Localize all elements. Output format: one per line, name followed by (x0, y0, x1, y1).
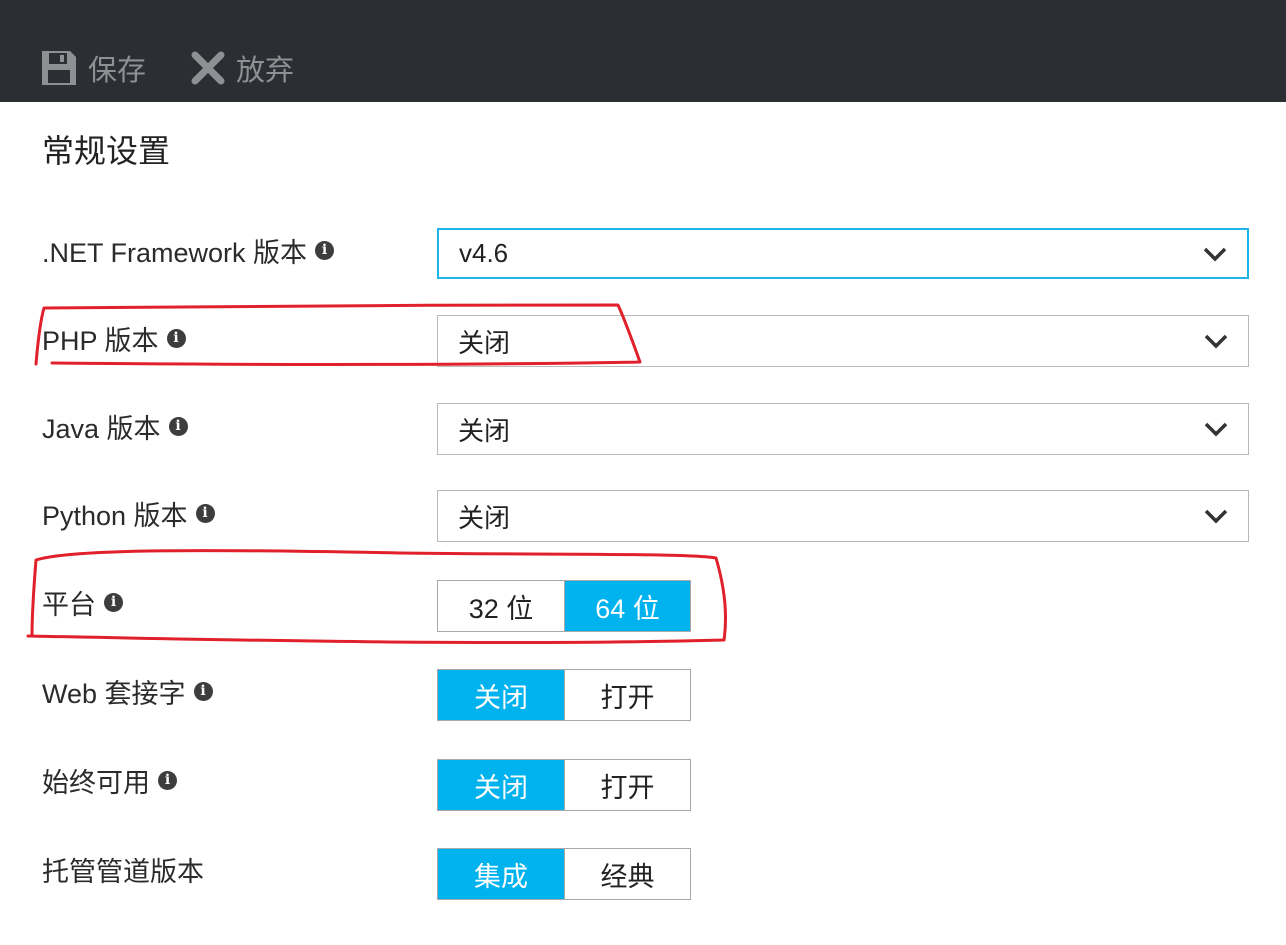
always-on-label: 始终可用 i (42, 754, 177, 806)
python-version-label-text: Python 版本 (42, 500, 188, 531)
python-version-label: Python 版本 i (42, 487, 215, 539)
info-icon[interactable]: i (195, 503, 215, 523)
always-on-label-text: 始终可用 (42, 767, 150, 798)
php-version-label: PHP 版本 i (42, 312, 186, 364)
floppy-disk-icon (40, 49, 78, 87)
platform-64bit-option[interactable]: 64 位 (564, 581, 690, 631)
java-version-value: 关闭 (458, 415, 511, 446)
web-sockets-toggle: 关闭 打开 (437, 669, 691, 721)
close-icon (190, 50, 226, 86)
managed-pipeline-label: 托管管道版本 (42, 843, 204, 895)
web-sockets-label-text: Web 套接字 (42, 678, 186, 709)
always-on-on-option[interactable]: 打开 (564, 760, 690, 810)
dotnet-version-select[interactable]: v4.6 (437, 228, 1249, 279)
python-version-select[interactable]: 关闭 (437, 490, 1249, 542)
dotnet-version-label-text: .NET Framework 版本 (42, 237, 308, 268)
chevron-down-icon (1204, 333, 1228, 349)
save-label: 保存 (88, 55, 147, 87)
web-sockets-label: Web 套接字 i (42, 665, 213, 717)
platform-label-text: 平台 (42, 589, 96, 620)
info-icon[interactable]: i (168, 416, 188, 436)
managed-pipeline-label-text: 托管管道版本 (42, 856, 204, 887)
always-on-toggle: 关闭 打开 (437, 759, 691, 811)
platform-32bit-option[interactable]: 32 位 (438, 581, 564, 631)
dotnet-version-value: v4.6 (459, 238, 509, 268)
info-icon[interactable]: i (193, 681, 213, 701)
java-version-label-text: Java 版本 (42, 413, 161, 444)
pipeline-classic-option[interactable]: 经典 (564, 849, 690, 899)
php-version-select[interactable]: 关闭 (437, 315, 1249, 367)
java-version-select[interactable]: 关闭 (437, 403, 1249, 455)
info-icon[interactable]: i (166, 328, 186, 348)
info-icon[interactable]: i (158, 770, 177, 790)
dotnet-version-label: .NET Framework 版本 i (42, 224, 335, 276)
command-bar: 保存 放弃 (0, 0, 1286, 102)
php-version-value: 关闭 (458, 327, 511, 358)
python-version-value: 关闭 (458, 502, 511, 533)
discard-label: 放弃 (236, 55, 295, 87)
web-sockets-off-option[interactable]: 关闭 (438, 670, 564, 720)
platform-toggle: 32 位 64 位 (437, 580, 691, 632)
section-title: 常规设置 (42, 133, 171, 169)
always-on-off-option[interactable]: 关闭 (438, 760, 564, 810)
save-button[interactable]: 保存 (40, 44, 146, 92)
pipeline-integrated-option[interactable]: 集成 (438, 849, 564, 899)
managed-pipeline-toggle: 集成 经典 (437, 848, 691, 900)
discard-button[interactable]: 放弃 (190, 44, 294, 92)
java-version-label: Java 版本 i (42, 400, 188, 452)
php-version-label-text: PHP 版本 (42, 325, 159, 356)
platform-label: 平台 i (42, 576, 123, 628)
web-sockets-on-option[interactable]: 打开 (564, 670, 690, 720)
info-icon[interactable]: i (104, 592, 123, 612)
chevron-down-icon (1204, 421, 1228, 437)
chevron-down-icon (1203, 246, 1227, 262)
info-icon[interactable]: i (315, 240, 335, 260)
chevron-down-icon (1204, 508, 1228, 524)
